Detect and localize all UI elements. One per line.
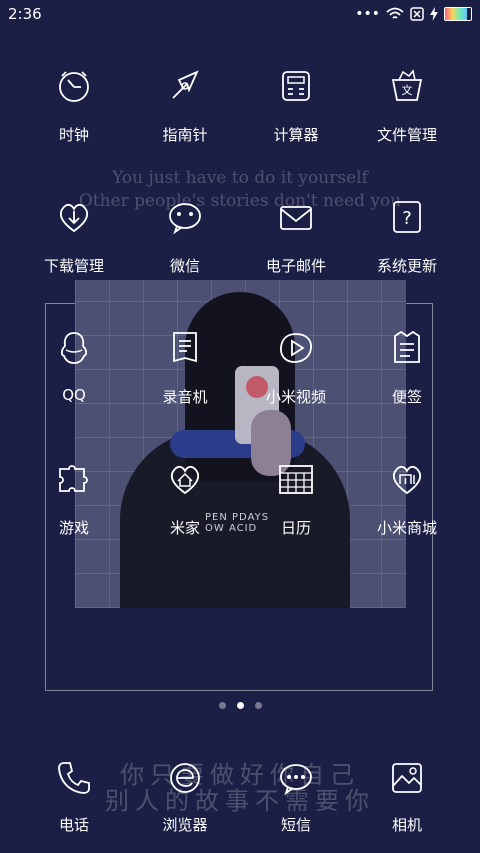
qq-icon [54, 328, 94, 368]
app-label: 电话 [58, 816, 89, 834]
dock-phone[interactable]: 电话 [19, 758, 129, 835]
download-icon [54, 197, 94, 237]
app-recorder[interactable]: 录音机 [130, 328, 240, 407]
app-system-update[interactable]: ? 系统更新 [352, 197, 462, 276]
page-dot[interactable] [219, 702, 226, 709]
messages-icon [276, 758, 316, 798]
app-file-manager[interactable]: 文 文件管理 [352, 66, 462, 145]
app-calculator[interactable]: 计算器 [241, 66, 351, 145]
battery-fill [445, 8, 468, 20]
status-bar: 2:36 ••• [0, 0, 480, 28]
app-label: QQ [62, 386, 86, 404]
app-label: 电子邮件 [265, 257, 326, 275]
app-label: 日历 [280, 519, 311, 537]
no-sim-icon [410, 7, 424, 21]
app-label: 游戏 [58, 519, 89, 537]
calculator-icon [276, 66, 316, 106]
status-time: 2:36 [8, 5, 42, 23]
video-icon [276, 328, 316, 368]
app-label: 系统更新 [376, 257, 437, 275]
email-icon [276, 197, 316, 237]
dock-browser[interactable]: 浏览器 [130, 758, 240, 835]
app-label: 便签 [391, 388, 422, 406]
app-label: 计算器 [273, 126, 319, 144]
app-label: 浏览器 [162, 816, 208, 834]
phone-icon [54, 758, 94, 798]
mi-store-icon [387, 459, 427, 499]
app-label: 录音机 [162, 388, 208, 406]
app-calendar[interactable]: 日历 [241, 459, 351, 538]
dock-camera[interactable]: 相机 [352, 758, 462, 835]
app-mi-video[interactable]: 小米视频 [241, 328, 351, 407]
mijia-icon [165, 459, 205, 499]
page-dot[interactable] [255, 702, 262, 709]
app-qq[interactable]: QQ [19, 328, 129, 404]
app-mi-store[interactable]: 小米商城 [352, 459, 462, 538]
app-label: 下载管理 [43, 257, 104, 275]
game-icon [54, 459, 94, 499]
system-update-icon: ? [387, 197, 427, 237]
svg-text:?: ? [402, 208, 412, 229]
app-label: 相机 [391, 816, 422, 834]
app-label: 小米商城 [376, 519, 437, 537]
app-label: 文件管理 [376, 126, 437, 144]
dock-messages[interactable]: 短信 [241, 758, 351, 835]
camera-icon [387, 758, 427, 798]
compass-icon [165, 66, 205, 106]
app-label: 微信 [169, 257, 200, 275]
app-label: 小米视频 [265, 388, 326, 406]
status-icons: ••• [355, 5, 472, 23]
app-game[interactable]: 游戏 [19, 459, 129, 538]
signal-dots-icon: ••• [355, 6, 380, 22]
quote-en-line1: You just have to do it yourself [112, 168, 368, 188]
charging-icon [430, 7, 438, 21]
app-compass[interactable]: 指南针 [130, 66, 240, 145]
calendar-icon [276, 459, 316, 499]
app-clock[interactable]: 时钟 [19, 66, 129, 145]
app-email[interactable]: 电子邮件 [241, 197, 351, 276]
app-wechat[interactable]: 微信 [130, 197, 240, 276]
app-notes[interactable]: 便签 [352, 328, 462, 407]
wechat-icon [165, 197, 205, 237]
file-manager-icon: 文 [387, 66, 427, 106]
svg-text:文: 文 [402, 83, 413, 97]
wifi-icon [386, 7, 404, 19]
page-indicator[interactable] [0, 702, 480, 712]
app-label: 时钟 [58, 126, 89, 144]
app-label: 指南针 [162, 126, 208, 144]
battery-icon [444, 7, 472, 21]
app-download-manager[interactable]: 下载管理 [19, 197, 129, 276]
notes-icon [387, 328, 427, 368]
app-label: 短信 [280, 816, 311, 834]
app-mijia[interactable]: 米家 [130, 459, 240, 538]
page-dot-active[interactable] [237, 702, 244, 709]
browser-icon [165, 758, 205, 798]
app-label: 米家 [169, 519, 200, 537]
recorder-icon [165, 328, 205, 368]
clock-icon [54, 66, 94, 106]
